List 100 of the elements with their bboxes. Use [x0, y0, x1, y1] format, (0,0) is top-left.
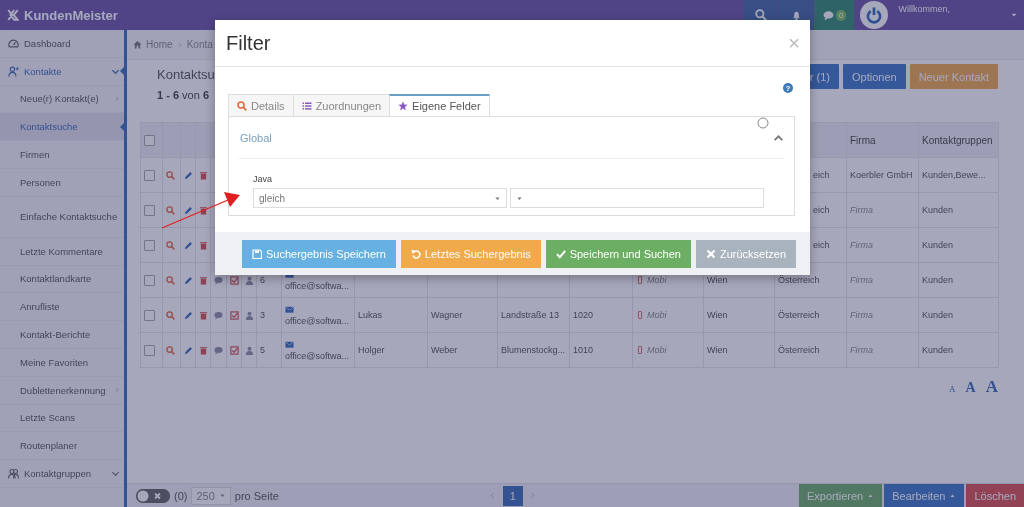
table-cell: Österreich — [778, 275, 820, 285]
table-cell: Blumenstockg... — [501, 345, 566, 355]
toggle-switch[interactable] — [136, 488, 170, 503]
caret-icon — [494, 194, 501, 202]
font-size-button[interactable]: A — [949, 384, 956, 394]
person-icon[interactable] — [245, 275, 254, 285]
envelope-icon[interactable] — [285, 304, 294, 314]
trash-icon[interactable] — [199, 205, 208, 215]
sidebar-item[interactable]: Dashboard — [0, 30, 124, 58]
field-label: Java — [253, 174, 273, 184]
trash-icon[interactable] — [199, 275, 208, 285]
phone-icon — [636, 346, 644, 354]
dialog-button[interactable]: Zurücksetzen — [695, 239, 796, 268]
envelope-icon[interactable] — [285, 339, 294, 349]
font-size-button[interactable]: A — [985, 377, 998, 397]
row-checkbox[interactable] — [144, 344, 155, 356]
sidebar-item[interactable]: Kontaktsuche — [0, 113, 124, 142]
action-button[interactable]: Löschen — [966, 484, 1024, 507]
row-checkbox[interactable] — [144, 239, 155, 251]
sidebar-item[interactable]: Einfache Kontaktsuche — [0, 196, 124, 238]
people-icon — [8, 468, 19, 480]
trash-icon[interactable] — [199, 170, 208, 180]
table-cell: Wien — [707, 275, 728, 285]
checked-box-icon[interactable] — [230, 310, 239, 320]
phone-icon — [636, 311, 644, 319]
section-title[interactable]: Global — [240, 132, 272, 144]
checked-box-icon[interactable] — [230, 345, 239, 355]
chat-icon[interactable] — [822, 9, 834, 21]
caret-icon[interactable] — [1010, 11, 1018, 19]
toolbar-button[interactable]: Neuer Kontakt — [909, 64, 998, 89]
close-button[interactable]: × — [788, 31, 800, 55]
table-cell: eich — [813, 205, 830, 215]
table-cell: Wagner — [431, 310, 463, 320]
circle-icon — [757, 117, 769, 129]
speech-bubble-icon[interactable] — [214, 275, 223, 285]
sidebar-item[interactable]: Kontaktlandkarte — [0, 265, 124, 294]
pencil-icon[interactable] — [184, 345, 193, 355]
bell-icon[interactable] — [791, 9, 802, 21]
row-checkbox[interactable] — [144, 274, 155, 286]
chevron-icon[interactable] — [773, 132, 784, 144]
user-avatar[interactable] — [860, 1, 889, 29]
table-cell: Firma — [850, 345, 873, 355]
app-logo[interactable]: KundenMeister — [24, 7, 118, 23]
sidebar-item[interactable]: Letzte Scans — [0, 404, 124, 433]
sidebar-item[interactable]: Kontakt-Berichte — [0, 321, 124, 349]
pencil-icon[interactable] — [184, 205, 193, 215]
row-checkbox[interactable] — [144, 309, 155, 321]
message-count-badge: 0 — [835, 9, 847, 21]
page-button[interactable]: 1 — [502, 485, 523, 506]
tab[interactable]: Details — [228, 94, 294, 116]
toolbar-button[interactable]: Optionen — [843, 64, 906, 89]
action-button[interactable]: Exportieren — [798, 484, 883, 507]
trash-icon[interactable] — [199, 310, 208, 320]
tab[interactable]: Zuordnungen — [292, 94, 391, 116]
dialog-button[interactable]: Suchergebnis Speichern — [242, 239, 396, 268]
trash-icon[interactable] — [199, 345, 208, 355]
sidebar-item[interactable]: Letzte Kommentare — [0, 237, 124, 266]
speech-bubble-icon[interactable] — [214, 345, 223, 355]
table-cell: Koerbler GmbH — [850, 170, 913, 180]
sidebar-item[interactable]: Firmen — [0, 141, 124, 169]
sidebar-item[interactable]: Kontaktgruppen — [0, 460, 124, 488]
tab[interactable]: Eigene Felder — [389, 94, 490, 116]
action-button[interactable]: Bearbeiten — [884, 484, 965, 507]
breadcrumb-link[interactable]: Home — [146, 39, 173, 50]
pencil-icon[interactable] — [184, 310, 193, 320]
person-icon[interactable] — [245, 310, 254, 320]
row-checkbox[interactable] — [144, 169, 155, 181]
sidebar-item[interactable]: Dublettenerkennung — [0, 376, 124, 405]
dialog-button[interactable]: Letztes Suchergebnis — [400, 239, 541, 268]
sidebar-item[interactable]: Personen — [0, 169, 124, 197]
sidebar-item[interactable]: Meine Favoriten — [0, 348, 124, 377]
checked-box-icon[interactable] — [230, 275, 239, 285]
phone-icon — [636, 276, 644, 284]
table-cell: Holger — [358, 345, 385, 355]
chevron-icon[interactable] — [111, 469, 120, 479]
dialog-button[interactable]: Speichern und Suchen — [545, 239, 691, 268]
speech-bubble-icon[interactable] — [214, 310, 223, 320]
caret-icon — [516, 194, 523, 202]
pencil-icon[interactable] — [184, 170, 193, 180]
pencil-icon[interactable] — [184, 240, 193, 250]
trash-icon[interactable] — [199, 240, 208, 250]
table-cell: Österreich — [778, 345, 820, 355]
search-icon[interactable] — [755, 9, 768, 21]
breadcrumb-link[interactable]: Konta — [186, 39, 213, 50]
help-icon[interactable]: ? — [783, 83, 793, 93]
font-size-button[interactable]: A — [965, 380, 976, 396]
table-cell: 5 — [260, 345, 265, 355]
undo-icon — [410, 248, 421, 259]
sidebar-item[interactable]: Anrufliste — [0, 293, 124, 322]
pencil-icon[interactable] — [184, 275, 193, 285]
logo-icon — [7, 9, 19, 21]
row-checkbox[interactable] — [144, 204, 155, 216]
column-header[interactable]: Firma — [850, 134, 876, 146]
sidebar-item[interactable]: Routenplaner — [0, 432, 124, 461]
home-icon[interactable] — [133, 40, 142, 49]
close-icon — [705, 248, 716, 259]
select-all-checkbox[interactable] — [144, 134, 155, 146]
page-size-select[interactable]: 250 — [191, 486, 231, 505]
person-icon[interactable] — [245, 345, 254, 355]
operator-select[interactable]: gleich — [253, 188, 507, 208]
